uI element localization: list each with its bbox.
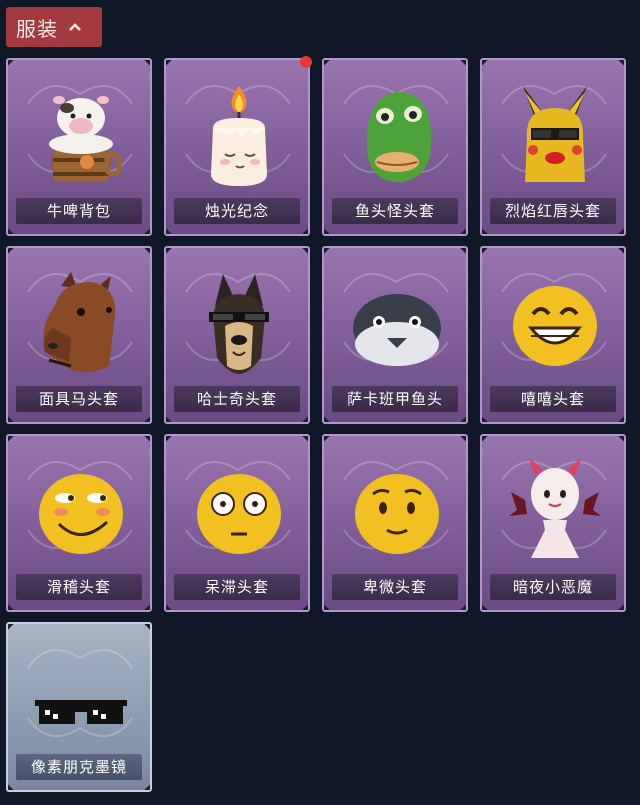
costume-card[interactable]: 烛光纪念: [164, 58, 310, 236]
costume-name: 嘻嘻头套: [490, 386, 616, 412]
costume-name: 呆滞头套: [174, 574, 300, 600]
costume-name: 暗夜小恶魔: [490, 574, 616, 600]
costume-card[interactable]: 嘻嘻头套: [480, 246, 626, 424]
card-corner: [166, 248, 172, 254]
card-corner: [144, 60, 150, 66]
red-lips-pikachu-mask-icon: [523, 86, 587, 182]
costume-name: 萨卡班甲鱼头: [332, 386, 458, 412]
little-devil-icon: [509, 458, 601, 558]
sacabambaspis-head-icon: [353, 294, 441, 366]
costume-card[interactable]: 牛啤背包: [6, 58, 152, 236]
card-corner: [166, 604, 172, 610]
costume-name: 卑微头套: [332, 574, 458, 600]
costume-card[interactable]: 卑微头套: [322, 434, 468, 612]
card-corner: [482, 436, 488, 442]
costume-card[interactable]: 哈士奇头套: [164, 246, 310, 424]
costume-card[interactable]: 萨卡班甲鱼头: [322, 246, 468, 424]
dazed-emoji-mask-icon: [197, 474, 281, 554]
humble-emoji-mask-icon: [355, 474, 439, 554]
costume-name: 面具马头套: [16, 386, 142, 412]
card-corner: [618, 604, 624, 610]
cow-beer-backpack-icon: [49, 96, 122, 182]
card-corner: [460, 228, 466, 234]
costume-card[interactable]: 滑稽头套: [6, 434, 152, 612]
grin-emoji-mask-icon: [513, 286, 597, 366]
funny-emoji-mask-icon: [39, 474, 123, 554]
card-corner: [324, 604, 330, 610]
card-corner: [618, 436, 624, 442]
card-corner: [8, 604, 14, 610]
card-corner: [618, 60, 624, 66]
card-corner: [144, 624, 150, 630]
card-corner: [302, 436, 308, 442]
card-corner: [482, 228, 488, 234]
section-title: 服装: [16, 16, 58, 41]
costume-name: 像素朋克墨镜: [16, 754, 142, 780]
costume-card[interactable]: 烈焰红唇头套: [480, 58, 626, 236]
card-corner: [618, 228, 624, 234]
costume-name: 滑稽头套: [16, 574, 142, 600]
card-corner: [302, 604, 308, 610]
card-corner: [302, 248, 308, 254]
card-corner: [144, 604, 150, 610]
costume-card[interactable]: 像素朋克墨镜: [6, 622, 152, 792]
costume-name: 牛啤背包: [16, 198, 142, 224]
card-corner: [8, 60, 14, 66]
card-corner: [144, 228, 150, 234]
card-corner: [460, 60, 466, 66]
card-corner: [302, 416, 308, 422]
card-corner: [324, 60, 330, 66]
card-corner: [460, 416, 466, 422]
card-corner: [166, 416, 172, 422]
card-corner: [8, 436, 14, 442]
costume-name: 烈焰红唇头套: [490, 198, 616, 224]
card-corner: [460, 436, 466, 442]
costume-name: 鱼头怪头套: [332, 198, 458, 224]
costume-name: 烛光纪念: [174, 198, 300, 224]
card-corner: [8, 784, 14, 790]
card-corner: [482, 604, 488, 610]
card-corner: [324, 228, 330, 234]
card-corner: [8, 624, 14, 630]
costume-card[interactable]: 面具马头套: [6, 246, 152, 424]
card-corner: [618, 248, 624, 254]
card-corner: [8, 228, 14, 234]
costume-name: 哈士奇头套: [174, 386, 300, 412]
card-corner: [482, 416, 488, 422]
card-corner: [460, 604, 466, 610]
card-corner: [460, 248, 466, 254]
candle-icon: [211, 86, 267, 186]
card-corner: [324, 248, 330, 254]
card-corner: [166, 436, 172, 442]
card-corner: [166, 228, 172, 234]
pixel-sunglasses-icon: [35, 700, 127, 724]
card-corner: [8, 248, 14, 254]
horse-mask-icon: [43, 272, 116, 373]
card-corner: [324, 416, 330, 422]
card-corner: [144, 248, 150, 254]
costume-card[interactable]: 鱼头怪头套: [322, 58, 468, 236]
card-corner: [144, 436, 150, 442]
card-corner: [482, 60, 488, 66]
fish-head-mask-icon: [366, 92, 432, 183]
chevron-up-icon: [69, 23, 81, 31]
card-corner: [144, 416, 150, 422]
card-corner: [166, 60, 172, 66]
card-corner: [144, 784, 150, 790]
card-corner: [482, 248, 488, 254]
card-corner: [324, 436, 330, 442]
costume-card[interactable]: 呆滞头套: [164, 434, 310, 612]
husky-mask-icon: [209, 274, 269, 374]
costume-card[interactable]: 暗夜小恶魔: [480, 434, 626, 612]
card-corner: [302, 228, 308, 234]
card-corner: [8, 416, 14, 422]
new-badge-dot: [300, 56, 312, 68]
costume-section-toggle[interactable]: 服装: [6, 7, 102, 47]
card-corner: [618, 416, 624, 422]
